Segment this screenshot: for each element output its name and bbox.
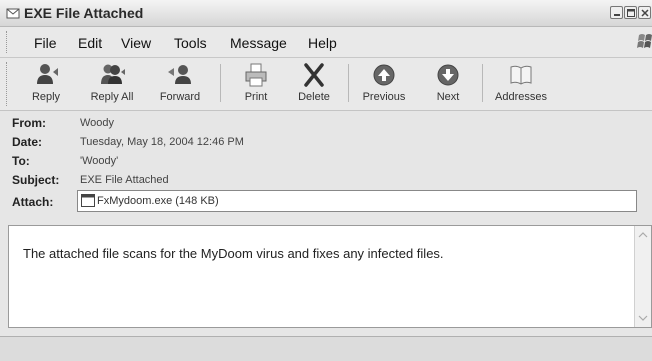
addresses-label: Addresses <box>495 91 547 103</box>
menu-bar: File Edit View Tools Message Help <box>0 27 652 58</box>
date-value: Tuesday, May 18, 2004 12:46 PM <box>80 136 244 148</box>
menu-message[interactable]: Message <box>230 35 287 51</box>
reply-all-button[interactable]: Reply All <box>84 60 140 108</box>
previous-icon <box>373 64 395 86</box>
reply-all-icon <box>101 64 125 84</box>
mail-icon <box>6 8 20 19</box>
print-button[interactable]: Print <box>232 60 280 108</box>
forward-icon <box>168 65 191 84</box>
exe-file-icon <box>81 194 95 207</box>
toolbar-separator <box>482 64 483 102</box>
toolbar-separator <box>348 64 349 102</box>
previous-label: Previous <box>362 91 406 103</box>
toolbar-grip[interactable] <box>6 62 10 106</box>
date-label: Date: <box>12 135 43 149</box>
delete-icon <box>304 63 324 87</box>
print-label: Print <box>244 91 268 103</box>
from-label: From: <box>12 116 46 130</box>
message-body[interactable]: The attached file scans for the MyDoom v… <box>8 225 652 328</box>
toolbar-separator <box>220 64 221 102</box>
addresses-icon <box>510 65 532 85</box>
menu-edit[interactable]: Edit <box>78 35 102 51</box>
scroll-down-icon[interactable] <box>638 313 648 323</box>
close-icon <box>641 9 649 17</box>
previous-button[interactable]: Previous <box>356 60 412 108</box>
status-bar <box>0 336 652 361</box>
attachment-box: FxMydoom.exe (148 KB) <box>77 190 637 212</box>
menu-file[interactable]: File <box>34 35 57 51</box>
print-icon <box>245 63 267 87</box>
maximize-icon <box>627 9 635 17</box>
window-title: EXE File Attached <box>24 5 144 21</box>
message-text: The attached file scans for the MyDoom v… <box>23 246 444 261</box>
delete-button[interactable]: Delete <box>290 60 338 108</box>
reply-label: Reply <box>31 91 61 103</box>
to-value: 'Woody' <box>80 155 119 167</box>
reply-all-label: Reply All <box>90 91 134 103</box>
close-button[interactable] <box>638 6 651 19</box>
menu-grip[interactable] <box>6 31 10 53</box>
reply-button[interactable]: Reply <box>22 60 70 108</box>
delete-label: Delete <box>298 91 330 103</box>
subject-label: Subject: <box>12 173 60 187</box>
menu-help[interactable]: Help <box>308 35 337 51</box>
maximize-button[interactable] <box>624 6 637 19</box>
from-value: Woody <box>80 117 115 129</box>
next-button[interactable]: Next <box>424 60 472 108</box>
menu-tools[interactable]: Tools <box>174 35 207 51</box>
menu-view[interactable]: View <box>121 35 151 51</box>
minimize-icon <box>614 14 620 16</box>
message-window: EXE File Attached File Edit View Tools M… <box>0 0 652 361</box>
reply-icon <box>37 64 58 84</box>
vertical-scrollbar[interactable] <box>634 226 651 327</box>
next-label: Next <box>436 91 460 103</box>
scroll-up-icon[interactable] <box>638 230 648 240</box>
forward-label: Forward <box>159 91 201 103</box>
windows-logo-icon <box>637 34 652 48</box>
to-label: To: <box>12 154 30 168</box>
minimize-button[interactable] <box>610 6 623 19</box>
next-icon <box>437 64 459 86</box>
attachment-name: FxMydoom.exe (148 KB) <box>97 195 219 207</box>
subject-value: EXE File Attached <box>80 174 169 186</box>
forward-button[interactable]: Forward <box>152 60 208 108</box>
title-bar: EXE File Attached <box>0 0 652 27</box>
attach-label: Attach: <box>12 195 54 209</box>
toolbar: Reply Reply All Forward Print Delete Pre… <box>0 58 652 111</box>
addresses-button[interactable]: Addresses <box>490 60 552 108</box>
